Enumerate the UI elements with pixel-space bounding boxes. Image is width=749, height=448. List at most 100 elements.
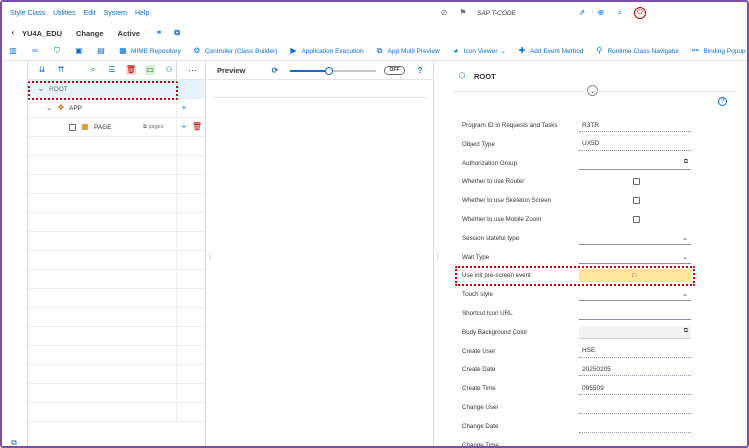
add-event-method-button[interactable]: ✚ Add Event Method bbox=[517, 46, 584, 56]
tree-app-label: APP bbox=[69, 104, 83, 112]
controller-button[interactable]: ⚙ Controller (Class Builder) bbox=[192, 46, 277, 56]
toggle-edit-icon[interactable]: ⚭ bbox=[154, 28, 164, 38]
property-field[interactable] bbox=[579, 439, 691, 446]
chevron-down-icon[interactable]: ⌄ bbox=[682, 253, 688, 261]
delete-icon[interactable]: 🗑 bbox=[126, 65, 136, 75]
property-label: Object Type bbox=[462, 140, 495, 148]
pages-aggregation-tag: ⧉ pages bbox=[143, 123, 164, 130]
mime-repository-button[interactable]: ▦ MIME Repository bbox=[118, 46, 181, 56]
property-field[interactable] bbox=[579, 420, 691, 433]
layout-icon[interactable]: ▥ bbox=[8, 46, 18, 56]
value-help-icon[interactable]: ⧉ bbox=[684, 159, 688, 166]
property-row: Create Time 095509 bbox=[462, 379, 692, 398]
cube-icon: ⬡ bbox=[458, 71, 466, 80]
list-icon[interactable]: ☰ bbox=[107, 65, 117, 75]
flag-icon[interactable]: ⚑ bbox=[458, 8, 468, 18]
property-value: R3TR bbox=[582, 121, 599, 129]
zoom-slider[interactable] bbox=[290, 67, 376, 75]
zoom-in-icon[interactable]: ⊕ bbox=[596, 8, 606, 18]
preview-toggle[interactable]: OFF bbox=[384, 66, 405, 75]
link-icon[interactable]: ∞ bbox=[30, 46, 40, 56]
tcode-field[interactable]: SAP T-CODE bbox=[477, 10, 516, 17]
property-checkbox[interactable] bbox=[633, 178, 640, 186]
menu-utilities[interactable]: Utilities bbox=[53, 10, 76, 17]
property-field[interactable]: 095509 bbox=[579, 382, 691, 396]
property-row: Whether to use Mobile Zoom bbox=[462, 210, 692, 229]
chevron-down-icon[interactable]: ⌄ bbox=[682, 290, 688, 298]
mime-icon: ▦ bbox=[119, 46, 127, 55]
comment-icon[interactable]: ▭ bbox=[145, 65, 155, 75]
tree-row-app[interactable]: ⌄ ❖ APP + bbox=[28, 99, 205, 118]
chevron-down-icon[interactable]: ⌄ bbox=[682, 234, 688, 242]
property-checkbox[interactable] bbox=[633, 216, 640, 223]
property-row: Wait Type ⌄ bbox=[462, 248, 692, 267]
property-field[interactable]: R3TR bbox=[579, 119, 691, 132]
property-field[interactable]: ⧉ bbox=[579, 325, 691, 339]
properties-panel: ⬡ ROOT ⌄ ? Program ID in Requests and Ta… bbox=[439, 61, 747, 446]
property-label: Whether to use Router bbox=[462, 178, 525, 186]
status-label: Active bbox=[117, 28, 141, 38]
property-field[interactable]: ⧉ bbox=[579, 157, 691, 170]
search-icon[interactable]: ⌕ bbox=[88, 65, 98, 75]
binding-popup-button[interactable]: ⚯ Binding Popup bbox=[690, 46, 746, 56]
preview-panel: Preview ⟳ OFF ? bbox=[207, 61, 434, 446]
page-checkbox[interactable] bbox=[69, 123, 76, 131]
value-help-icon[interactable]: ⧉ bbox=[684, 328, 688, 335]
more-icon[interactable]: ··· bbox=[188, 65, 197, 75]
app-window: Style Class Utilities Edit System Help ⊘… bbox=[0, 0, 749, 448]
property-field[interactable]: ⌄ bbox=[579, 288, 691, 302]
share-icon[interactable]: ⇗ bbox=[577, 8, 587, 18]
icon-viewer-button[interactable]: ◕ Icon Viewer ⌄ bbox=[451, 46, 506, 56]
tree-row-page[interactable]: ▦ PAGE ⧉ pages + 🗑 bbox=[28, 118, 205, 137]
menu-system[interactable]: System bbox=[104, 10, 127, 17]
property-value: UX5D bbox=[582, 140, 600, 148]
side-strip bbox=[2, 61, 28, 446]
property-label: Change User bbox=[462, 404, 499, 411]
property-label: Wait Type bbox=[462, 253, 490, 261]
property-field[interactable]: UX5D bbox=[579, 138, 691, 151]
tree-page-label: PAGE bbox=[94, 123, 112, 131]
navigation-icon[interactable]: ⧉ bbox=[8, 438, 20, 447]
property-row: Whether to use Router bbox=[462, 172, 692, 191]
help-icon[interactable]: ? bbox=[415, 66, 425, 76]
delete-icon[interactable]: 🗑 bbox=[192, 122, 202, 132]
property-field[interactable]: ⌄ bbox=[579, 232, 691, 245]
menu-edit[interactable]: Edit bbox=[84, 10, 96, 17]
app-multi-preview-button[interactable]: ⧉ App Multi Preview bbox=[375, 46, 440, 56]
property-label: Whether to use Skeleton Screen bbox=[462, 197, 552, 205]
menu-help[interactable]: Help bbox=[135, 10, 149, 17]
expand-all-icon[interactable]: ⇊ bbox=[37, 65, 47, 75]
property-field[interactable] bbox=[579, 401, 691, 414]
runtime-class-navigator-button[interactable]: ⚲ Runtime Class Navigator bbox=[594, 46, 680, 56]
help-icon[interactable]: ? bbox=[718, 97, 727, 106]
property-checkbox[interactable] bbox=[633, 197, 640, 205]
property-row: Change User bbox=[462, 398, 692, 417]
property-row: Create Date 20250205 bbox=[462, 360, 692, 379]
add-icon[interactable]: + bbox=[179, 122, 189, 132]
property-row: Program ID in Requests and Tasks R3TR bbox=[462, 116, 692, 135]
collapse-all-icon[interactable]: ⇈ bbox=[56, 65, 66, 75]
shield-icon[interactable]: ⛉ bbox=[52, 46, 62, 56]
power-icon[interactable]: ⏻ bbox=[633, 7, 646, 19]
property-field[interactable] bbox=[579, 307, 691, 320]
application-execution-button[interactable]: ▶ Application Execution bbox=[288, 46, 363, 56]
menu-style-class[interactable]: Style Class bbox=[10, 10, 45, 17]
property-field[interactable]: HSE bbox=[579, 345, 691, 358]
user-icon[interactable]: ⚇ bbox=[164, 65, 174, 75]
save-icon[interactable]: ▣ bbox=[74, 46, 84, 56]
zoom-slider-handle[interactable] bbox=[325, 67, 333, 75]
back-icon[interactable]: ‹ bbox=[8, 28, 18, 38]
add-icon[interactable]: + bbox=[179, 103, 189, 113]
properties-title: ROOT bbox=[474, 71, 496, 81]
chevron-down-icon[interactable]: ⌄ bbox=[44, 103, 54, 113]
document-icon[interactable]: ▤ bbox=[96, 46, 106, 56]
property-field[interactable]: 20250205 bbox=[579, 363, 691, 377]
init-event-highlight-marker bbox=[455, 266, 695, 286]
property-row: Body Background Color ⧉ bbox=[462, 323, 692, 342]
property-field[interactable]: ⌄ bbox=[579, 251, 691, 264]
activate-icon[interactable]: ⧉ bbox=[172, 28, 182, 38]
refresh-icon[interactable]: ⟳ bbox=[270, 66, 280, 76]
property-row: Session stateful type ⌄ bbox=[462, 229, 692, 248]
no-signal-icon[interactable]: ⊘ bbox=[439, 8, 449, 18]
search-icon[interactable]: ⌕ bbox=[615, 8, 625, 18]
